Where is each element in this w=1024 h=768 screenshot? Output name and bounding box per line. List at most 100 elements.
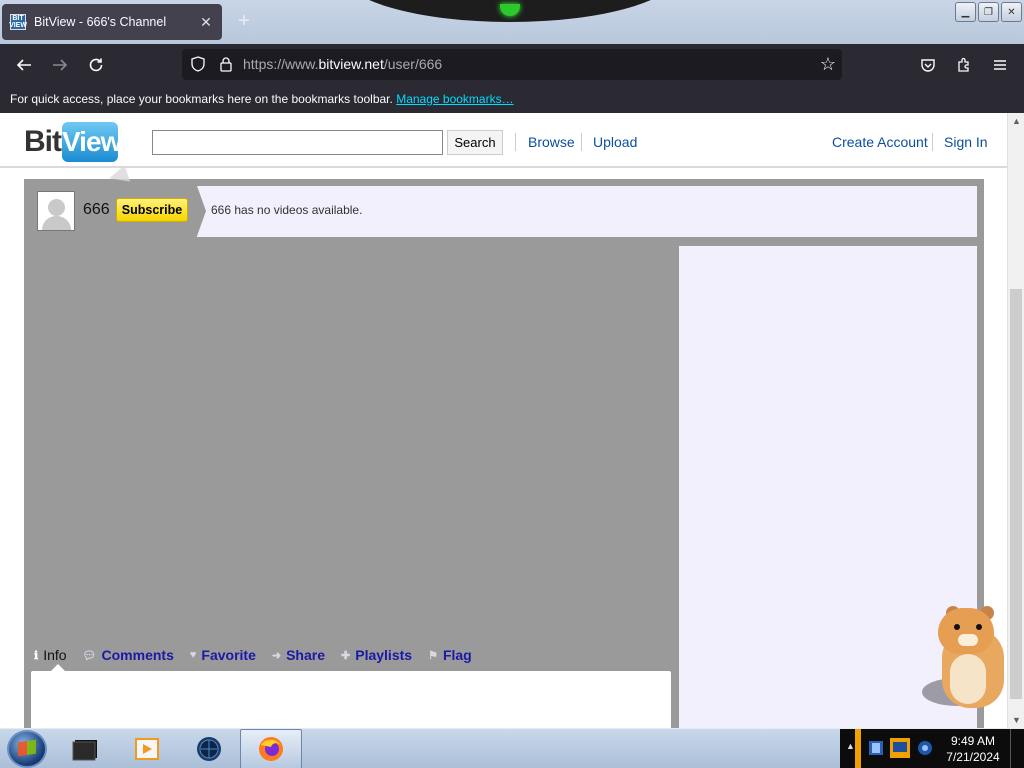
url-text: https://www.bitview.net/user/666 <box>243 56 443 72</box>
new-tab-icon[interactable]: + <box>234 11 254 32</box>
media-center-icon <box>72 740 97 761</box>
firefox-icon <box>259 737 283 761</box>
search-button[interactable]: Search <box>447 130 503 155</box>
pet-eye <box>954 624 960 630</box>
info-icon: ℹ <box>34 649 39 662</box>
tab-comments[interactable]: 💬︎ Comments <box>83 647 174 663</box>
sign-in-link[interactable]: Sign In <box>944 134 988 150</box>
avatar-body <box>42 216 71 230</box>
show-desktop-button[interactable] <box>1010 729 1024 768</box>
pet-belly <box>950 654 986 704</box>
clock-time: 9:49 AM <box>950 734 996 748</box>
taskbar-apps <box>54 729 302 768</box>
header-divider <box>581 133 582 151</box>
channel-header: 666 Subscribe 666 has no videos availabl… <box>32 186 977 237</box>
tab-label: Info <box>43 647 67 663</box>
back-arrow-icon[interactable] <box>11 52 37 78</box>
restore-icon[interactable]: ❐ <box>978 2 999 22</box>
ornament-glow <box>500 4 520 16</box>
pet-snout <box>958 634 978 646</box>
manage-bookmarks-link[interactable]: Manage bookmarks… <box>396 92 513 106</box>
tab-favorite[interactable]: ♥ Favorite <box>190 647 256 663</box>
navigation-toolbar: https://www.bitview.net/user/666 ☆ <box>0 44 1024 85</box>
reload-icon[interactable] <box>83 52 109 78</box>
start-button[interactable] <box>4 729 50 768</box>
tracking-shield-icon[interactable] <box>190 56 206 72</box>
search-input[interactable] <box>152 130 443 155</box>
scroll-up-icon[interactable]: ▲ <box>1008 113 1024 129</box>
bookmarks-toolbar: For quick access, place your bookmarks h… <box>0 85 1024 113</box>
window-ornament <box>340 0 680 22</box>
channel-container: 666 Subscribe 666 has no videos availabl… <box>24 179 984 728</box>
system-tray: ▲ 9:49 AM 7/21/2024 <box>840 729 1024 768</box>
heart-icon: ♥ <box>189 649 197 661</box>
flag-icon: ⚑ <box>428 649 438 662</box>
close-window-icon[interactable]: ✕ <box>1001 2 1022 22</box>
taskbar-app-media-center[interactable] <box>54 729 116 768</box>
tray-app-icon[interactable] <box>867 739 885 757</box>
pocket-icon[interactable] <box>915 52 941 78</box>
tab-title: BitView - 666's Channel <box>34 15 167 29</box>
browser-tab[interactable]: BIT VIEW BitView - 666's Channel ✕ <box>2 4 222 40</box>
page-viewport: Bit View Search Browse Upload Create Acc… <box>0 113 1024 728</box>
avatar[interactable] <box>37 191 75 231</box>
extensions-icon[interactable] <box>951 52 977 78</box>
bitview-logo[interactable]: Bit View <box>24 122 122 162</box>
header-divider <box>932 133 933 151</box>
tray-clock[interactable]: 9:49 AM 7/21/2024 <box>938 733 1008 765</box>
identity-arrow <box>197 186 206 236</box>
tab-playlists[interactable]: ✚ Playlists <box>341 647 412 663</box>
tab-label: Share <box>286 647 326 663</box>
windows-flag-icon <box>18 739 36 757</box>
browse-link[interactable]: Browse <box>528 134 575 150</box>
bookmark-star-icon[interactable]: ☆ <box>820 54 836 75</box>
scrollbar-thumb[interactable] <box>1010 289 1022 699</box>
logo-bit: Bit <box>24 125 62 158</box>
avatar-head <box>48 199 65 216</box>
menu-icon[interactable] <box>987 52 1013 78</box>
pet-eye <box>976 624 982 630</box>
lock-icon[interactable] <box>218 56 234 72</box>
header-divider <box>515 133 516 151</box>
share-arrow-icon: ➜ <box>271 649 282 662</box>
close-tab-icon[interactable]: ✕ <box>198 14 214 30</box>
tab-label: Playlists <box>355 647 413 663</box>
tab-share[interactable]: ➜ Share <box>272 647 325 663</box>
taskbar-app-globe[interactable] <box>178 729 240 768</box>
tab-label: Favorite <box>201 647 256 663</box>
tab-strip: BIT VIEW BitView - 666's Channel ✕ + ▁ ❐… <box>0 0 1024 44</box>
taskbar-app-media-player[interactable] <box>116 729 178 768</box>
address-bar[interactable]: https://www.bitview.net/user/666 ☆ <box>182 49 842 80</box>
logo-view: View <box>62 122 122 162</box>
tab-info[interactable]: ℹ Info <box>34 647 67 663</box>
tab-flag[interactable]: ⚑ Flag <box>428 647 472 663</box>
channel-identity: 666 Subscribe <box>32 186 206 237</box>
bookmarks-message: For quick access, place your bookmarks h… <box>10 92 393 106</box>
window-controls: ▁ ❐ ✕ <box>955 2 1022 22</box>
tray-volume-icon[interactable] <box>916 739 934 757</box>
site-header: Bit View Search Browse Upload Create Acc… <box>0 113 1007 168</box>
scroll-down-icon[interactable]: ▼ <box>1008 712 1024 728</box>
bitview-favicon-icon: BIT VIEW <box>9 14 27 30</box>
subscribe-button[interactable]: Subscribe <box>116 198 188 222</box>
info-panel <box>31 664 671 728</box>
no-videos-message: 666 has no videos available. <box>211 203 363 217</box>
clock-date: 7/21/2024 <box>946 750 1000 764</box>
hamster-desktop-pet[interactable] <box>920 604 1010 708</box>
taskbar: ▲ 9:49 AM 7/21/2024 <box>0 728 1024 768</box>
forward-arrow-icon[interactable] <box>47 52 73 78</box>
minimize-icon[interactable]: ▁ <box>955 2 976 22</box>
tray-network-icon[interactable] <box>889 737 911 759</box>
upload-link[interactable]: Upload <box>593 134 637 150</box>
tray-accent <box>855 729 861 768</box>
channel-name[interactable]: 666 <box>83 201 110 219</box>
pet-head <box>938 608 994 654</box>
tab-label: Comments <box>101 647 174 663</box>
media-player-icon <box>135 738 159 760</box>
tray-expand-icon[interactable]: ▲ <box>846 741 855 751</box>
taskbar-app-firefox[interactable] <box>240 729 302 768</box>
channel-tabs: ℹ Info 💬︎ Comments ♥ Favorite ➜ Share ✚ … <box>34 645 472 665</box>
plus-icon: ✚ <box>341 649 351 662</box>
create-account-link[interactable]: Create Account <box>832 134 928 150</box>
tab-label: Flag <box>442 647 472 663</box>
